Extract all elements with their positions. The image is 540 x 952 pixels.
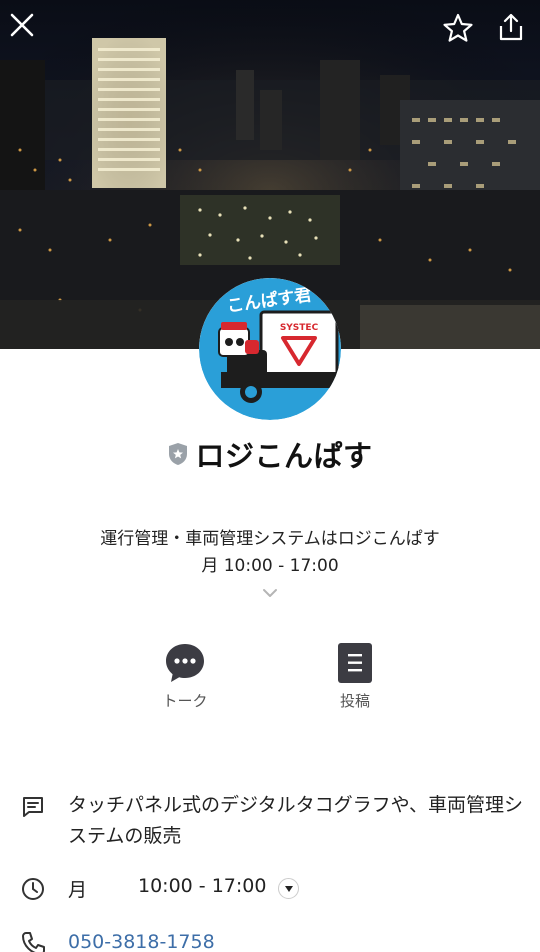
verified-shield-icon xyxy=(169,443,188,465)
post-label: 投稿 xyxy=(339,692,370,710)
phone-number-link[interactable]: 050-3818-1758 xyxy=(68,927,526,952)
post-document-icon xyxy=(338,643,372,683)
info-business-row: タッチパネル式のデジタルタコグラフや、車両管理システムの販売 xyxy=(0,790,540,854)
hours-day: 月 xyxy=(68,879,88,901)
post-button[interactable]: 投稿 xyxy=(315,642,395,711)
info-phone-row: 050-3818-1758 xyxy=(0,928,540,952)
clock-icon xyxy=(22,878,44,900)
info-hours-row: 月 10:00 - 17:00 xyxy=(0,874,540,904)
share-button[interactable] xyxy=(496,12,532,48)
close-button[interactable] xyxy=(9,12,45,48)
profile-description: 運行管理・車両管理システムはロジこんぱす xyxy=(100,529,440,549)
profile-name: ロジこんぱす xyxy=(195,439,373,473)
profile-hours-summary: 月 10:00 - 17:00 xyxy=(201,556,339,576)
profile-avatar[interactable]: SYSTEC こんぱす君 xyxy=(199,278,341,420)
hours-toggle-button[interactable] xyxy=(278,878,299,899)
chat-bubble-icon xyxy=(166,644,204,682)
expand-chevron-icon[interactable] xyxy=(260,586,280,600)
message-icon xyxy=(23,797,43,817)
phone-icon xyxy=(22,932,45,952)
share-icon xyxy=(499,13,523,41)
caret-down-icon xyxy=(284,885,293,892)
close-icon xyxy=(10,13,34,37)
avatar-logo: SYSTEC こんぱす君 xyxy=(199,278,341,420)
talk-label: トーク xyxy=(162,692,208,710)
profile-name-row: ロジこんぱす xyxy=(0,434,540,474)
business-description: タッチパネル式のデジタルタコグラフや、車両管理システムの販売 xyxy=(68,794,524,847)
hours-time: 10:00 - 17:00 xyxy=(138,875,267,897)
favorite-button[interactable] xyxy=(442,12,478,48)
brand-text: SYSTEC xyxy=(280,323,319,333)
star-icon xyxy=(443,13,473,42)
talk-button[interactable]: トーク xyxy=(145,642,225,711)
